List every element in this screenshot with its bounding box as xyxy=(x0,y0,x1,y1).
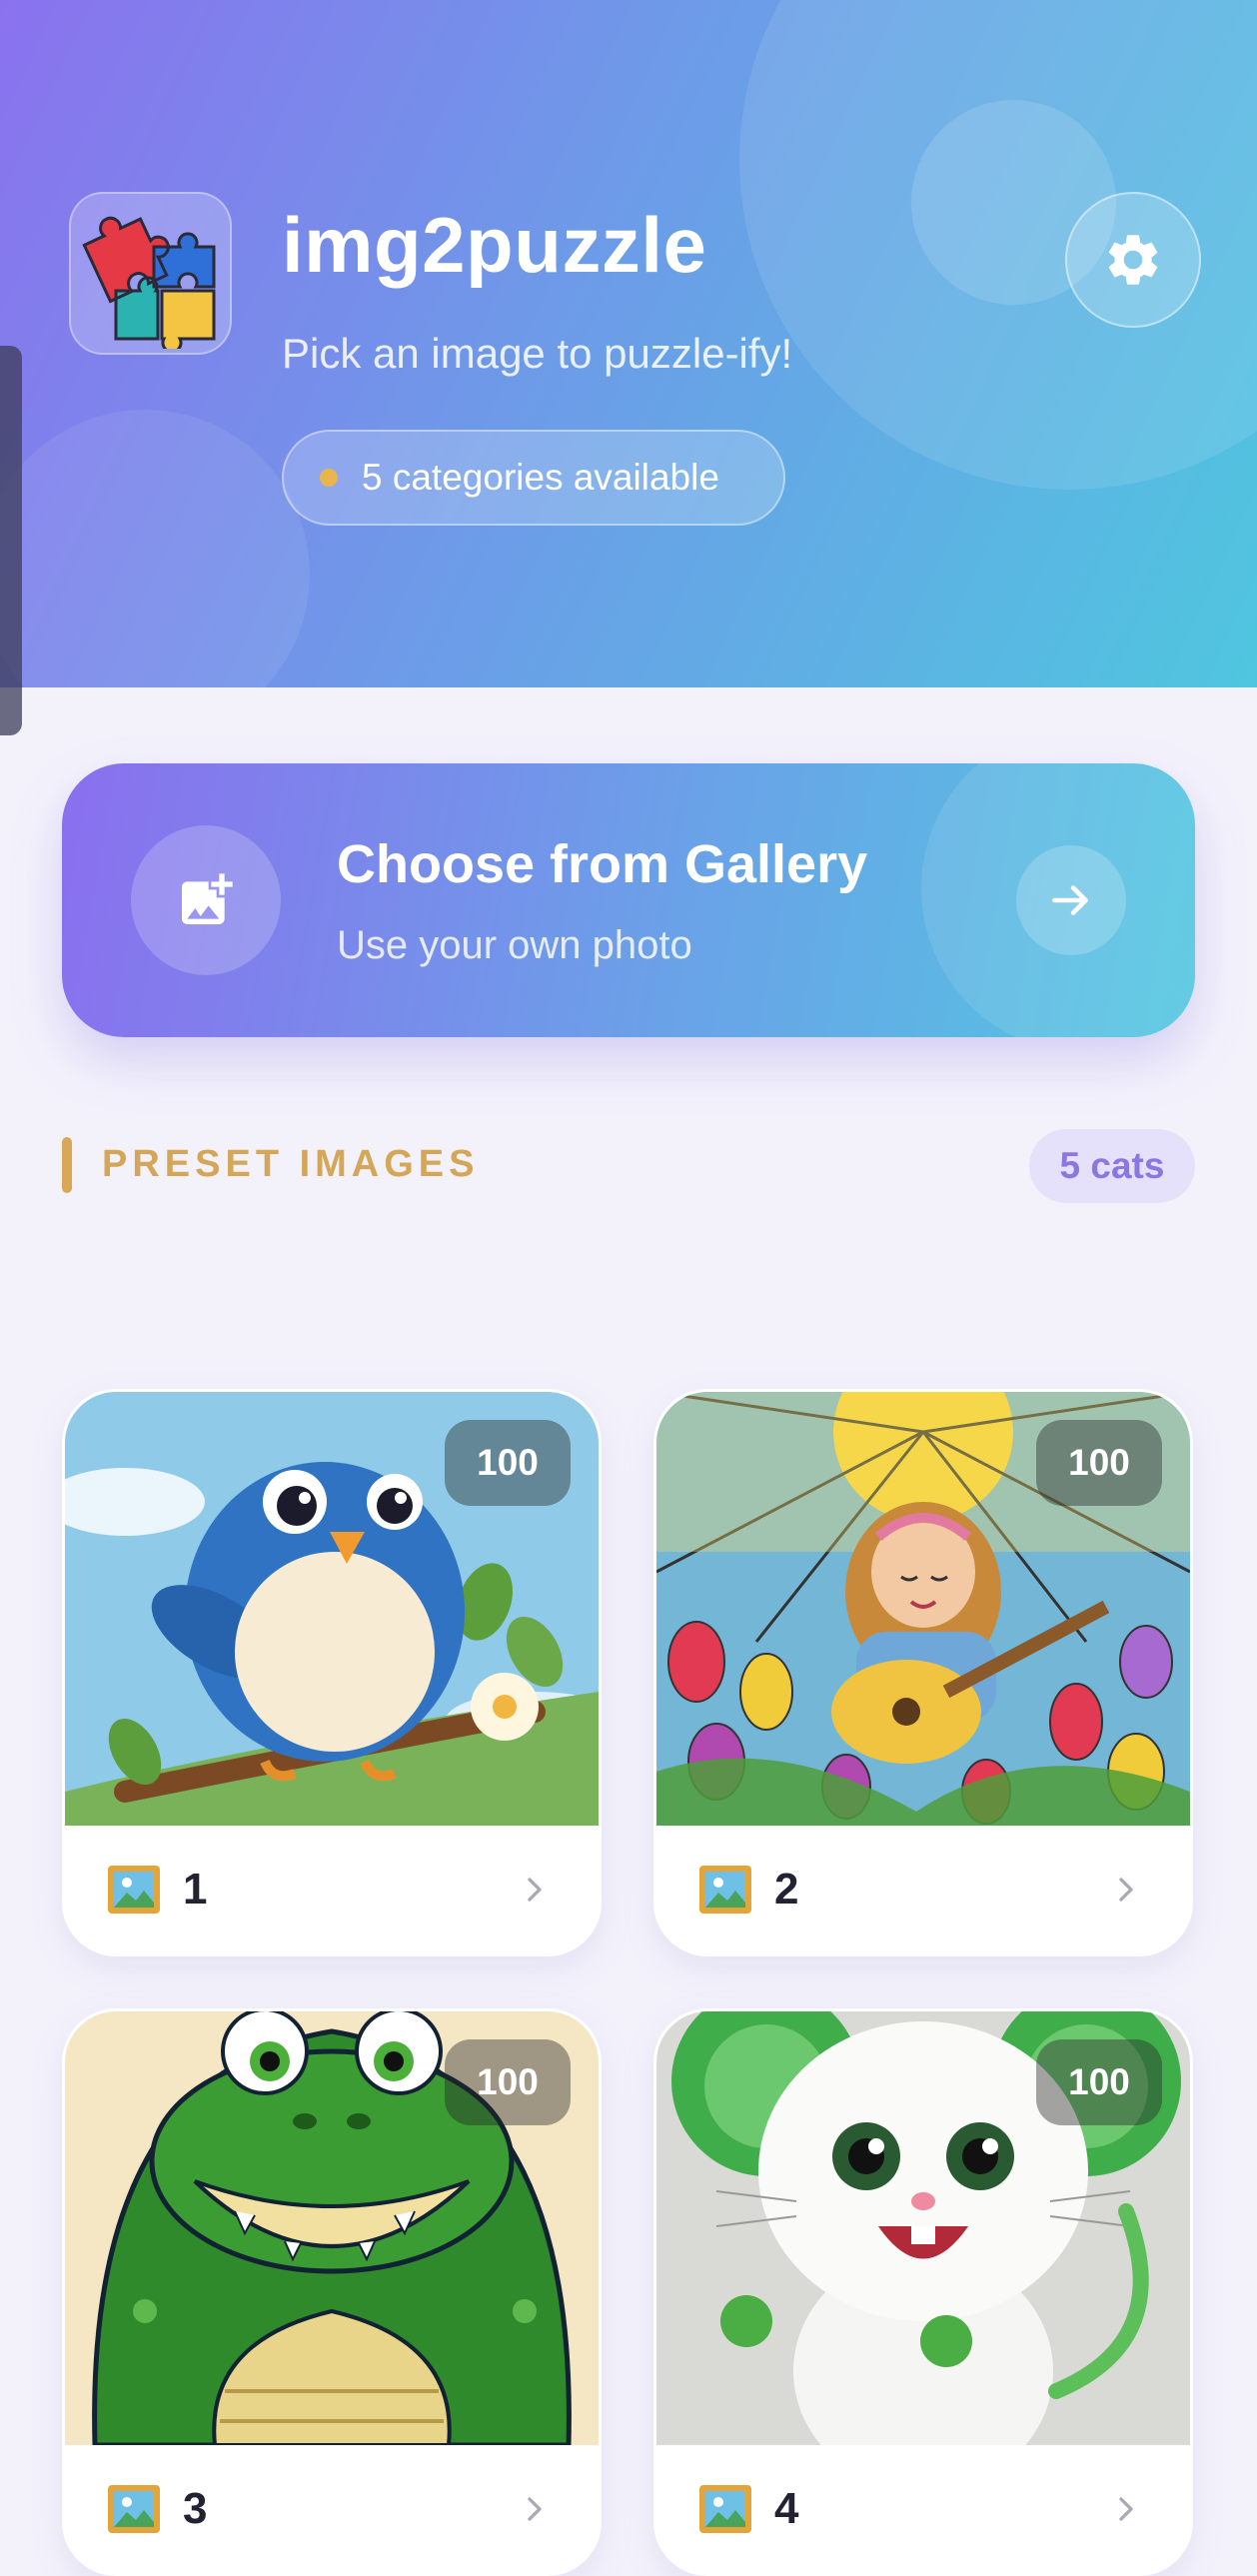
card-label: 2 xyxy=(774,1865,799,1914)
picture-icon xyxy=(699,2485,751,2533)
header: img2puzzle Pick an image to puzzle-ify! … xyxy=(0,0,1257,687)
status-dot xyxy=(320,469,338,487)
chevron-right-icon xyxy=(1119,2497,1133,2521)
preset-card-4[interactable]: 100 4 xyxy=(653,2008,1193,2576)
picture-icon xyxy=(699,1866,751,1914)
categories-count-badge: 5 cats xyxy=(1029,1129,1195,1203)
gear-icon xyxy=(1108,235,1158,285)
gallery-subtitle: Use your own photo xyxy=(337,923,692,967)
choose-from-gallery-button[interactable]: Choose from Gallery Use your own photo xyxy=(62,763,1195,1037)
chevron-right-icon xyxy=(1119,1878,1133,1902)
chevron-right-icon xyxy=(528,1878,542,1902)
picture-icon xyxy=(108,2485,160,2533)
card-label: 1 xyxy=(183,1865,208,1914)
categories-count-label: 5 cats xyxy=(1059,1145,1165,1186)
card-footer: 3 xyxy=(65,2445,599,2573)
gallery-title: Choose from Gallery xyxy=(337,834,868,894)
categories-pill-label: 5 categories available xyxy=(362,457,719,498)
arrow-right-icon xyxy=(1016,845,1126,955)
card-footer: 2 xyxy=(656,1826,1190,1953)
piece-count-badge: 100 xyxy=(1036,1420,1162,1506)
card-footer: 4 xyxy=(656,2445,1190,2573)
categories-pill: 5 categories available xyxy=(282,430,785,526)
section-title: PRESET IMAGES xyxy=(102,1143,480,1185)
piece-count: 100 xyxy=(1068,2061,1130,2102)
piece-count-badge: 100 xyxy=(1036,2039,1162,2125)
app-title: img2puzzle xyxy=(282,201,707,289)
piece-count-badge: 100 xyxy=(445,2039,571,2125)
decorative-bubble xyxy=(0,410,310,687)
preset-card-1[interactable]: 100 1 xyxy=(62,1389,602,1956)
card-footer: 1 xyxy=(65,1826,599,1953)
preset-card-2[interactable]: 100 2 xyxy=(653,1389,1193,1956)
piece-count-badge: 100 xyxy=(445,1420,571,1506)
piece-count: 100 xyxy=(477,2061,539,2102)
add-photo-icon xyxy=(131,825,281,975)
app-subtitle: Pick an image to puzzle-ify! xyxy=(282,330,793,377)
edge-drag-handle[interactable] xyxy=(0,346,22,735)
picture-icon xyxy=(108,1866,160,1914)
card-label: 4 xyxy=(774,2484,799,2533)
piece-count: 100 xyxy=(1068,1442,1130,1483)
piece-count: 100 xyxy=(477,1442,539,1483)
section-accent-bar xyxy=(62,1137,72,1193)
card-label: 3 xyxy=(183,2484,208,2533)
chevron-right-icon xyxy=(528,2497,542,2521)
settings-button[interactable] xyxy=(1065,192,1201,328)
preset-card-3[interactable]: 100 3 xyxy=(62,2008,602,2576)
puzzle-icon xyxy=(69,192,232,355)
